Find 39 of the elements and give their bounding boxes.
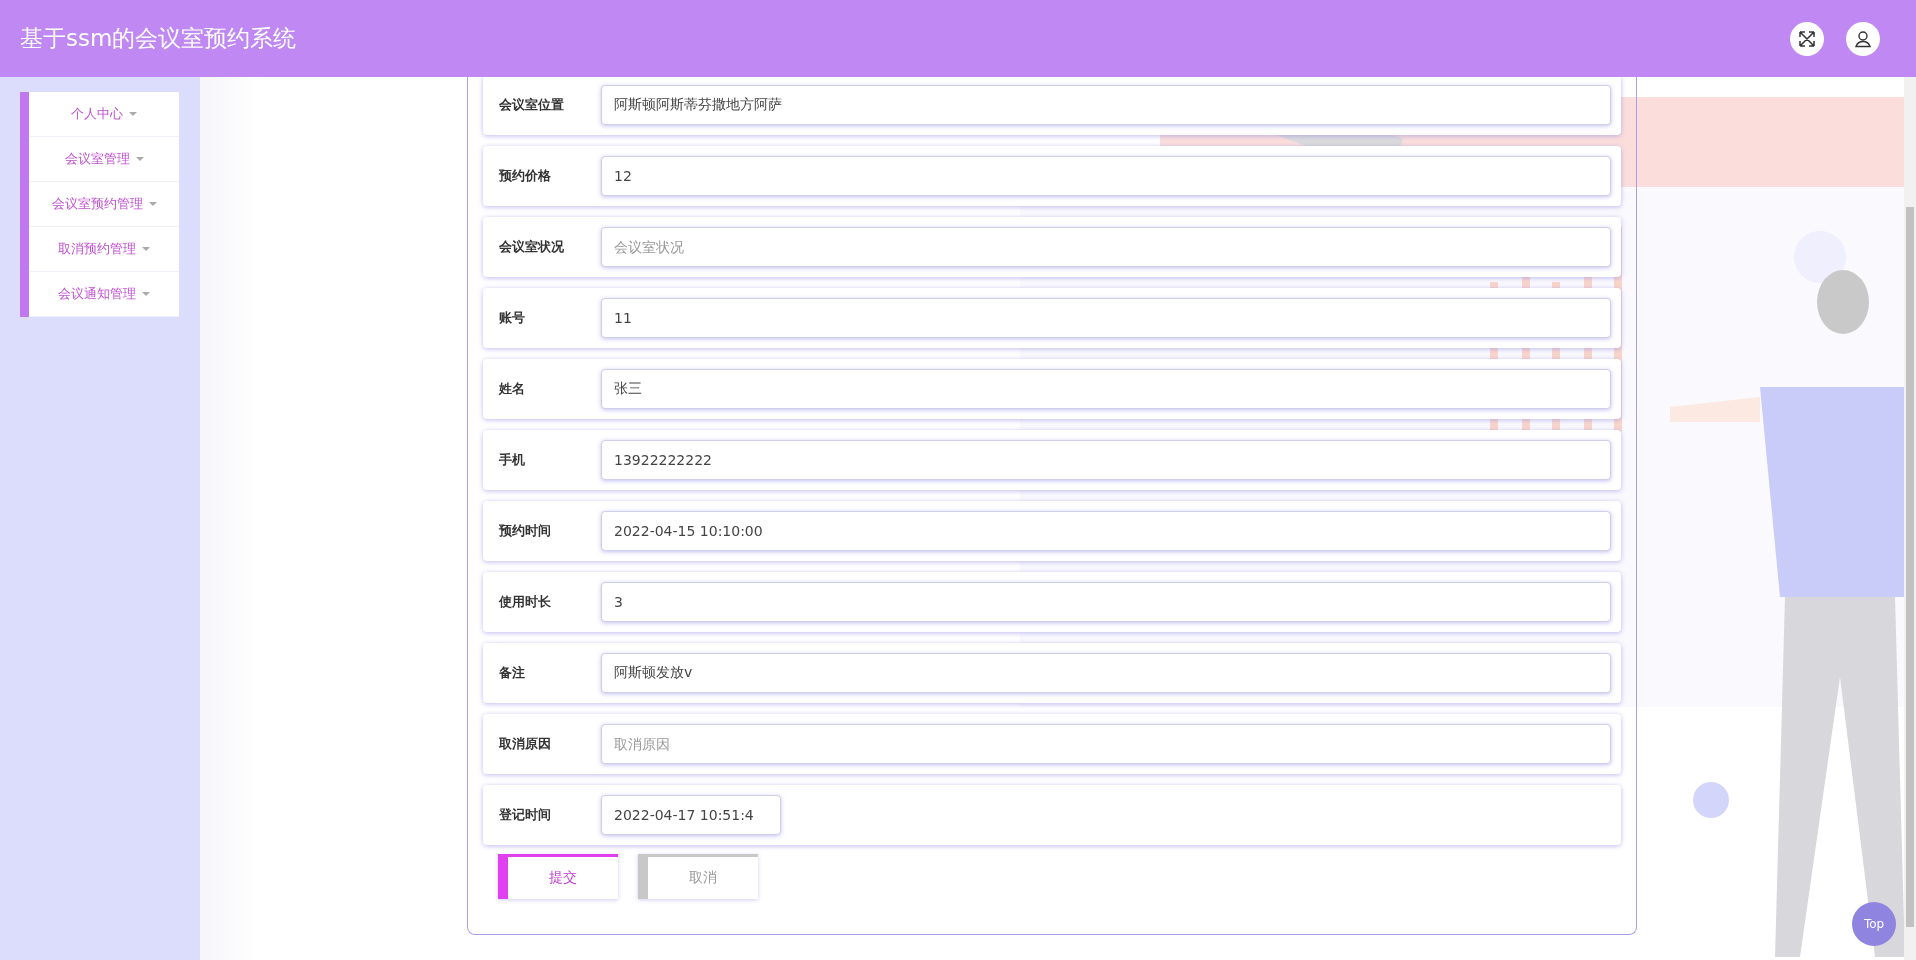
input-field[interactable]: 11 [601, 298, 1611, 338]
field-label: 使用时长 [497, 593, 552, 611]
field-label: 手机 [498, 451, 526, 469]
input-field[interactable]: 13922222222 [601, 440, 1611, 480]
sidebar-item[interactable]: 会议室管理 [29, 137, 179, 182]
sidebar-item[interactable]: 会议室预约管理 [29, 182, 179, 227]
user-icon [1854, 29, 1872, 48]
caret-icon [142, 247, 150, 251]
input-field[interactable]: 阿斯顿阿斯蒂芬撒地方阿萨 [601, 85, 1611, 125]
date-field[interactable]: 2022-04-17 10:51:4 [601, 795, 781, 835]
expand-icon [1798, 29, 1816, 48]
caret-icon [129, 112, 137, 116]
app-title: 基于ssm的会议室预约系统 [20, 24, 297, 53]
caret-icon [135, 157, 144, 161]
field-label: 备注 [498, 664, 526, 682]
input-field[interactable]: 2022-04-15 10:10:00 [601, 511, 1611, 551]
field-label: 姓名 [498, 380, 526, 398]
input-field[interactable]: 3 [601, 582, 1611, 622]
sidebar-item[interactable]: 取消预约管理 [29, 227, 179, 272]
input-field[interactable]: 取消原因 [601, 724, 1611, 764]
field-label: 取消原因 [498, 735, 552, 753]
field-label: 登记时间 [498, 806, 552, 824]
input-field[interactable]: 阿斯顿发放v [601, 653, 1611, 693]
user-button[interactable] [1846, 21, 1880, 56]
sidebar-item[interactable]: 会议通知管理 [29, 272, 179, 317]
caret-icon [142, 292, 150, 296]
field-label: 账号 [498, 309, 526, 327]
caret-icon [148, 202, 157, 206]
field-label: 预约价格 [498, 167, 552, 185]
input-field[interactable]: 12 [601, 156, 1611, 196]
field-label: 会议室位置 [498, 96, 565, 114]
input-field[interactable]: 会议室状况 [601, 227, 1611, 267]
scrollbar[interactable] [1904, 77, 1916, 960]
field-label: 会议室状况 [498, 238, 565, 256]
field-label: 预约时间 [498, 522, 552, 540]
input-field[interactable]: 张三 [601, 369, 1611, 409]
fullscreen-button[interactable] [1790, 21, 1824, 56]
submit-button[interactable]: 提交 [498, 854, 618, 899]
sidebar-item[interactable]: 个人中心 [29, 92, 179, 137]
